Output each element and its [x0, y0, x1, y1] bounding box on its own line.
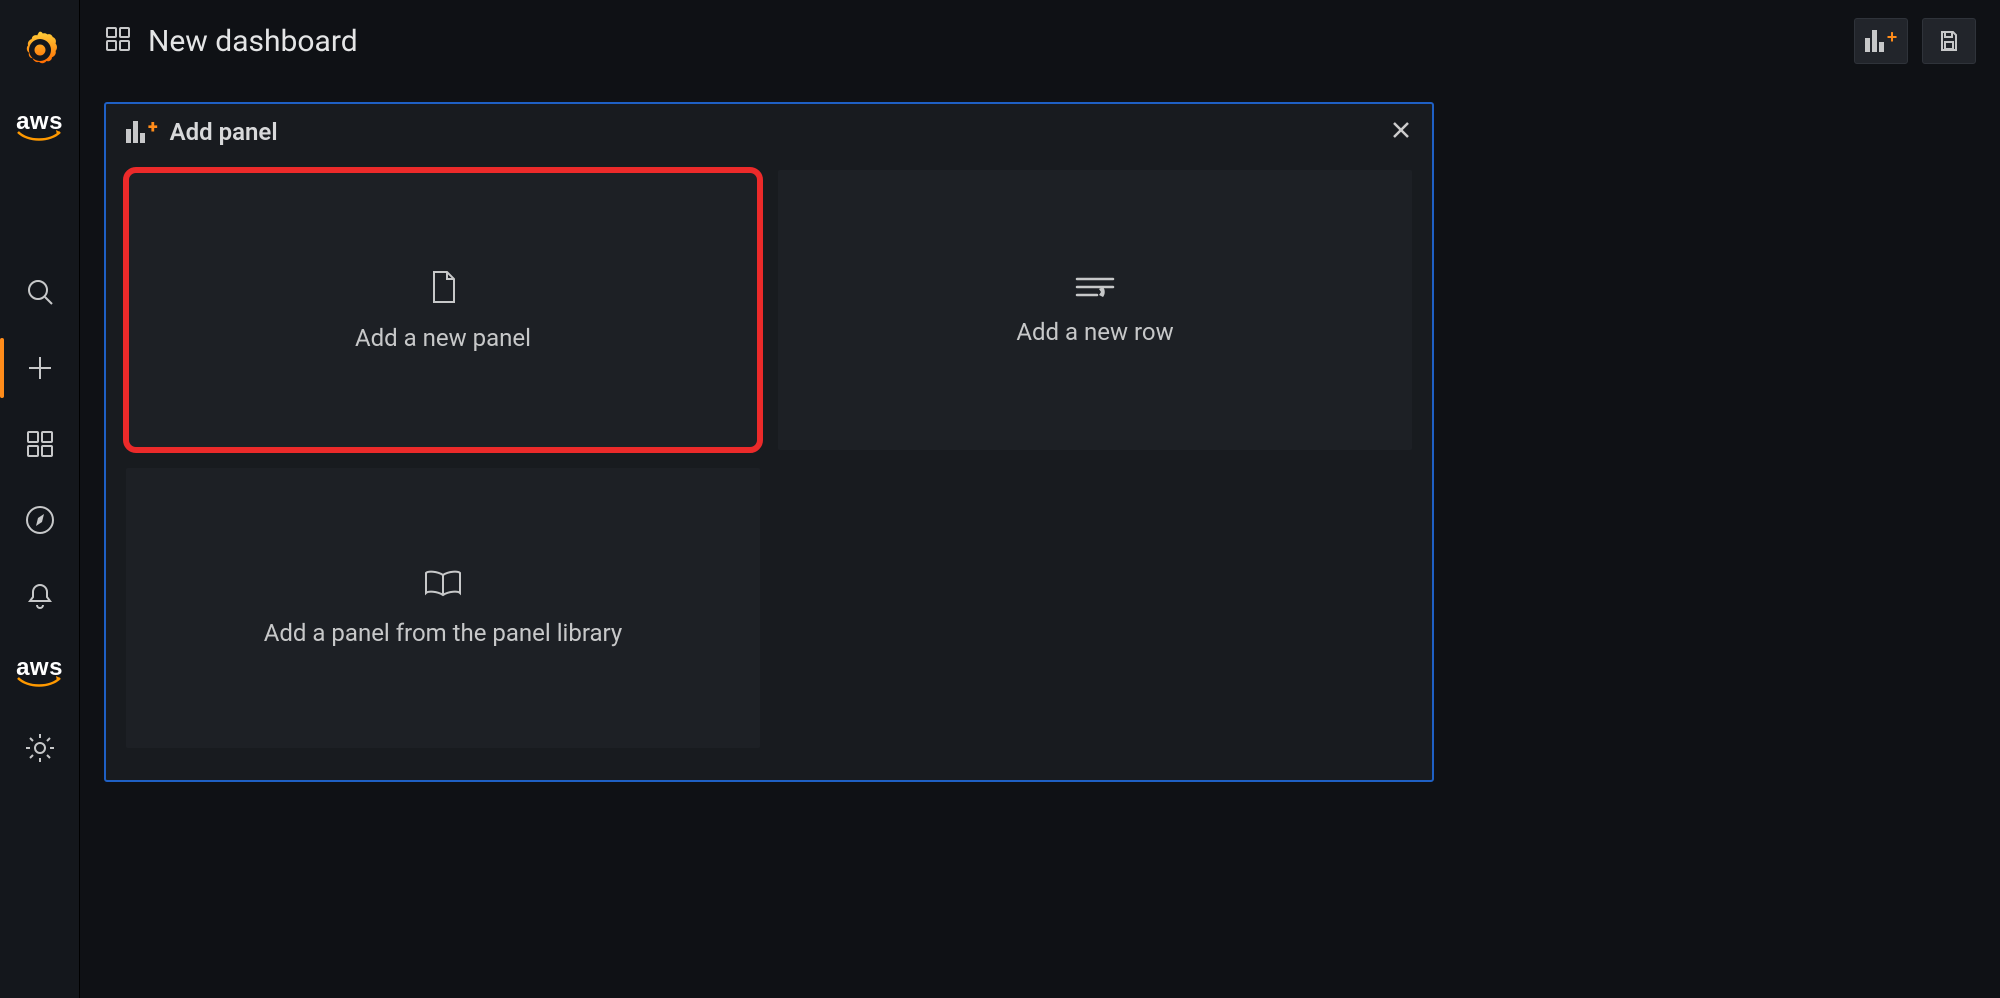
close-button[interactable] — [1390, 119, 1412, 145]
option-add-new-panel[interactable]: Add a new panel — [126, 170, 760, 450]
add-panel-header: + Add panel — [106, 104, 1432, 160]
book-icon — [422, 569, 464, 601]
aws-logo-icon: aws — [16, 110, 63, 142]
add-panel-icon: + — [1865, 30, 1898, 52]
save-dashboard-button[interactable] — [1922, 18, 1976, 64]
option-add-new-row[interactable]: Add a new row — [778, 170, 1412, 450]
wrap-icon — [1073, 274, 1117, 300]
sidebar-item-aws[interactable]: aws — [0, 88, 80, 164]
main-area: + Add panel Add a new panel — [80, 82, 2000, 998]
grafana-logo-icon — [18, 28, 62, 72]
add-panel-button[interactable]: + — [1854, 18, 1908, 64]
option-panel-library[interactable]: Add a panel from the panel library — [126, 468, 760, 748]
top-bar: New dashboard + — [80, 0, 2000, 82]
search-icon — [25, 277, 55, 307]
compass-icon — [24, 504, 56, 536]
sidebar-item-dashboards[interactable] — [0, 406, 80, 482]
add-panel-icon: + — [126, 121, 158, 143]
sidebar-item-search[interactable] — [0, 254, 80, 330]
sidebar-item-create[interactable] — [0, 330, 80, 406]
option-label: Add a panel from the panel library — [264, 619, 623, 647]
file-icon — [424, 268, 462, 306]
breadcrumb: New dashboard — [104, 24, 358, 59]
plus-icon — [25, 353, 55, 383]
left-sidebar: aws aws — [0, 0, 80, 998]
sidebar-item-aws-2[interactable]: aws — [0, 634, 80, 710]
close-icon — [1390, 119, 1412, 141]
sidebar-item-explore[interactable] — [0, 482, 80, 558]
option-label: Add a new panel — [355, 324, 531, 352]
save-icon — [1937, 29, 1961, 53]
page-title: New dashboard — [148, 24, 358, 59]
option-label: Add a new row — [1016, 318, 1173, 346]
gear-icon — [24, 732, 56, 764]
add-panel-options-grid: Add a new panel Add a new row Add a pane… — [106, 160, 1432, 768]
dashboards-icon — [104, 25, 132, 57]
dashboards-icon — [25, 429, 55, 459]
add-panel-container: + Add panel Add a new panel — [104, 102, 1434, 782]
sidebar-item-alerting[interactable] — [0, 558, 80, 634]
sidebar-item-configuration[interactable] — [0, 710, 80, 786]
sidebar-item-grafana[interactable] — [0, 12, 80, 88]
aws-logo-icon: aws — [16, 656, 63, 688]
bell-icon — [25, 581, 55, 611]
add-panel-title: Add panel — [170, 118, 278, 146]
